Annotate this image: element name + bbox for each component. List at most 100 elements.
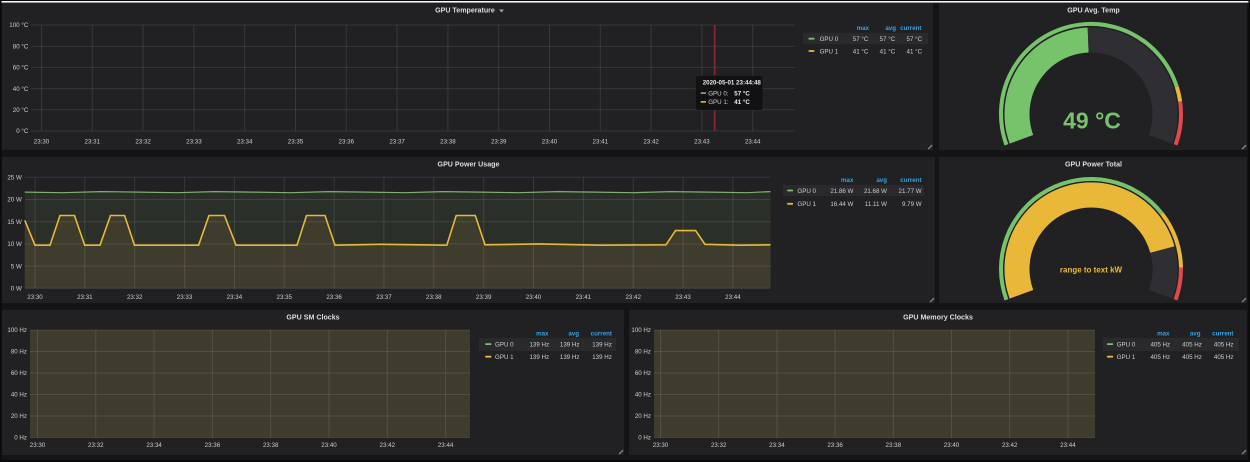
svg-text:23:35: 23:35 xyxy=(288,139,304,146)
svg-text:GPU 1:: GPU 1: xyxy=(708,99,729,106)
svg-text:16.44 W: 16.44 W xyxy=(830,201,853,208)
svg-text:23:33: 23:33 xyxy=(177,294,193,301)
svg-text:23:39: 23:39 xyxy=(476,294,492,301)
svg-text:current: current xyxy=(591,330,612,337)
svg-text:100 Hz: 100 Hz xyxy=(7,327,27,334)
svg-text:21.86 W: 21.86 W xyxy=(830,188,853,195)
svg-text:20 W: 20 W xyxy=(7,197,22,204)
svg-text:9.79 W: 9.79 W xyxy=(902,201,922,208)
svg-text:139 Hz: 139 Hz xyxy=(592,341,612,348)
svg-text:23:35: 23:35 xyxy=(277,294,293,301)
svg-text:139 Hz: 139 Hz xyxy=(529,341,549,348)
svg-text:23:44: 23:44 xyxy=(745,139,761,146)
svg-text:23:42: 23:42 xyxy=(625,294,641,301)
svg-text:23:41: 23:41 xyxy=(593,139,609,146)
svg-text:23:31: 23:31 xyxy=(77,294,93,301)
svg-text:GPU 0: GPU 0 xyxy=(1117,341,1136,348)
svg-text:GPU Power Usage: GPU Power Usage xyxy=(438,161,500,169)
svg-text:80 Hz: 80 Hz xyxy=(11,349,27,356)
svg-text:405 Hz: 405 Hz xyxy=(1182,341,1202,348)
svg-text:23:38: 23:38 xyxy=(426,294,442,301)
svg-text:23:30: 23:30 xyxy=(34,139,50,146)
svg-text:GPU 0:: GPU 0: xyxy=(708,90,729,97)
svg-text:0 W: 0 W xyxy=(11,286,22,293)
svg-text:23:34: 23:34 xyxy=(227,294,243,301)
svg-text:23:43: 23:43 xyxy=(694,139,710,146)
svg-text:25 W: 25 W xyxy=(7,175,22,182)
svg-text:80 Hz: 80 Hz xyxy=(635,349,651,356)
svg-text:23:40: 23:40 xyxy=(542,139,558,146)
svg-text:57 °C: 57 °C xyxy=(880,36,896,43)
svg-text:max: max xyxy=(1157,330,1170,337)
svg-text:GPU Avg. Temp: GPU Avg. Temp xyxy=(1067,7,1120,15)
svg-text:current: current xyxy=(900,177,921,184)
svg-text:23:32: 23:32 xyxy=(127,294,143,301)
svg-text:range to text kW: range to text kW xyxy=(1060,266,1123,275)
svg-text:23:30: 23:30 xyxy=(30,442,46,449)
svg-text:20 Hz: 20 Hz xyxy=(11,413,27,420)
svg-text:100 °C: 100 °C xyxy=(9,22,29,29)
svg-text:23:42: 23:42 xyxy=(643,139,659,146)
svg-text:23:36: 23:36 xyxy=(326,294,342,301)
svg-text:80 °C: 80 °C xyxy=(13,43,29,50)
svg-text:23:31: 23:31 xyxy=(85,139,101,146)
svg-text:60 Hz: 60 Hz xyxy=(635,370,651,377)
svg-text:23:39: 23:39 xyxy=(491,139,507,146)
svg-text:0 °C: 0 °C xyxy=(16,128,29,135)
svg-text:23:34: 23:34 xyxy=(237,139,253,146)
svg-text:23:40: 23:40 xyxy=(944,442,960,449)
svg-text:41 °C: 41 °C xyxy=(853,48,869,55)
svg-text:23:36: 23:36 xyxy=(827,442,843,449)
svg-text:40 °C: 40 °C xyxy=(13,86,29,93)
svg-text:405 Hz: 405 Hz xyxy=(1214,341,1234,348)
svg-text:139 Hz: 139 Hz xyxy=(560,354,580,361)
svg-text:23:34: 23:34 xyxy=(769,442,785,449)
svg-text:max: max xyxy=(536,330,549,337)
svg-text:23:41: 23:41 xyxy=(576,294,592,301)
svg-text:57 °C: 57 °C xyxy=(734,90,750,97)
svg-text:41 °C: 41 °C xyxy=(880,48,896,55)
svg-text:139 Hz: 139 Hz xyxy=(592,354,612,361)
svg-text:max: max xyxy=(841,177,854,184)
svg-text:40 Hz: 40 Hz xyxy=(11,392,27,399)
svg-text:GPU 0: GPU 0 xyxy=(495,341,514,348)
svg-text:10 W: 10 W xyxy=(7,241,22,248)
svg-text:GPU 1: GPU 1 xyxy=(820,48,839,55)
svg-text:100 Hz: 100 Hz xyxy=(631,327,651,334)
svg-text:current: current xyxy=(1212,330,1233,337)
svg-text:23:30: 23:30 xyxy=(27,294,43,301)
svg-text:GPU Temperature: GPU Temperature xyxy=(435,7,495,15)
svg-text:23:33: 23:33 xyxy=(186,139,202,146)
svg-text:41 °C: 41 °C xyxy=(734,99,750,106)
svg-text:60 °C: 60 °C xyxy=(13,65,29,72)
svg-text:GPU 1: GPU 1 xyxy=(495,354,514,361)
svg-text:GPU 1: GPU 1 xyxy=(797,201,816,208)
svg-text:23:40: 23:40 xyxy=(321,442,337,449)
svg-text:0 Hz: 0 Hz xyxy=(14,435,27,442)
svg-text:23:44: 23:44 xyxy=(438,442,454,449)
svg-text:avg: avg xyxy=(568,330,579,337)
svg-text:avg: avg xyxy=(876,177,887,184)
svg-text:max: max xyxy=(857,25,870,32)
svg-text:23:32: 23:32 xyxy=(711,442,727,449)
svg-text:60 Hz: 60 Hz xyxy=(11,370,27,377)
svg-text:23:36: 23:36 xyxy=(205,442,221,449)
svg-text:23:32: 23:32 xyxy=(135,139,151,146)
svg-text:GPU Memory Clocks: GPU Memory Clocks xyxy=(903,314,973,322)
svg-text:49 °C: 49 °C xyxy=(1063,108,1121,134)
svg-text:23:40: 23:40 xyxy=(526,294,542,301)
svg-text:23:32: 23:32 xyxy=(88,442,104,449)
svg-text:23:38: 23:38 xyxy=(886,442,902,449)
svg-text:avg: avg xyxy=(885,25,896,32)
svg-text:405 Hz: 405 Hz xyxy=(1150,341,1170,348)
svg-text:405 Hz: 405 Hz xyxy=(1182,354,1202,361)
svg-text:21.68 W: 21.68 W xyxy=(864,188,887,195)
svg-text:57 °C: 57 °C xyxy=(853,36,869,43)
svg-text:405 Hz: 405 Hz xyxy=(1214,354,1234,361)
svg-text:139 Hz: 139 Hz xyxy=(529,354,549,361)
svg-text:20 °C: 20 °C xyxy=(13,107,29,114)
svg-text:40 Hz: 40 Hz xyxy=(635,392,651,399)
svg-text:current: current xyxy=(900,25,921,32)
svg-text:23:42: 23:42 xyxy=(380,442,396,449)
svg-text:41 °C: 41 °C xyxy=(907,48,923,55)
